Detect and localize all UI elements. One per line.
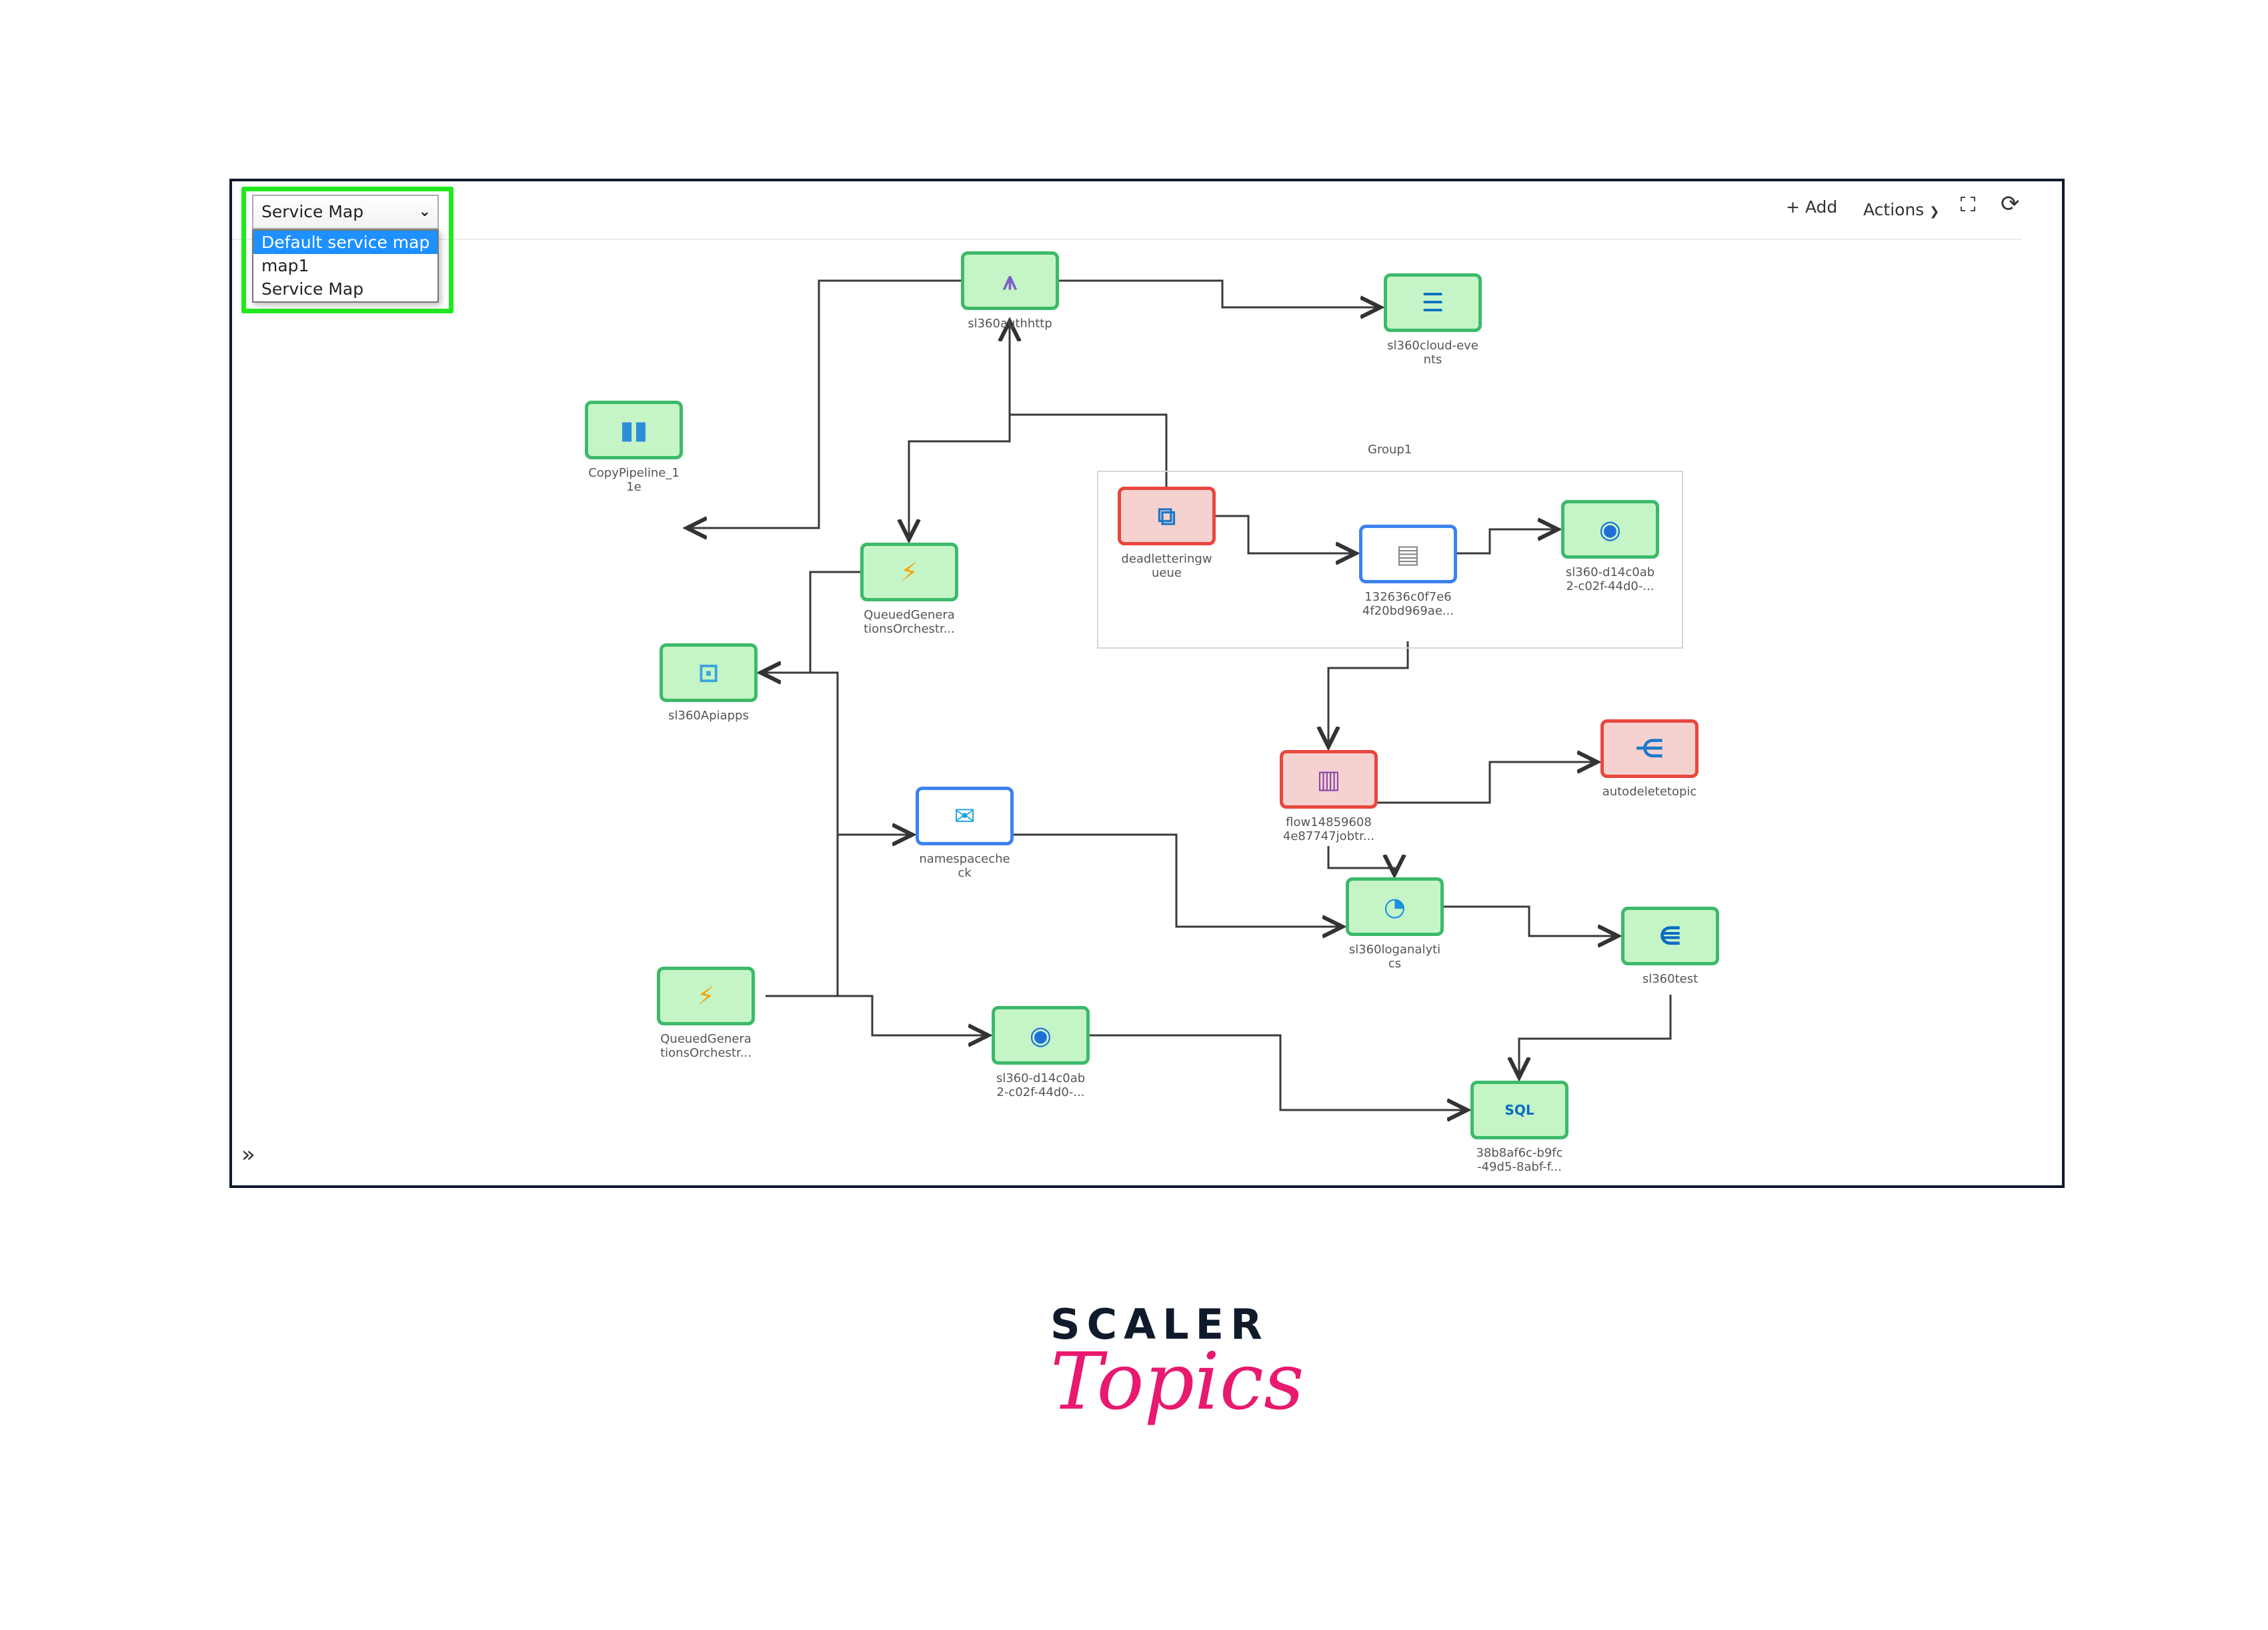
data-factory-icon: ▥ [1316, 765, 1341, 794]
node-label-autodelete: autodeletetopic [1602, 785, 1697, 799]
function-app-icon: ⚡ [900, 557, 918, 587]
node-hash132[interactable]: ▤ [1359, 525, 1457, 583]
edge-flow-to-autodelete [1378, 762, 1597, 804]
node-label-namespace: namespaceche ck [919, 852, 1010, 880]
node-deadletter[interactable]: ⧉ [1118, 487, 1216, 545]
service-bus-queue-icon: ⧉ [1157, 501, 1176, 531]
brand-topics: Topics [1050, 1335, 1304, 1427]
pipeline-icon: ▮▮ [620, 415, 648, 445]
edge-d14bottom-to-sql [1090, 1034, 1467, 1110]
cosmos-db-icon: ◉ [1029, 1021, 1052, 1050]
node-flow[interactable]: ▥ [1280, 750, 1378, 809]
node-label-apiapps: sl360Apiapps [668, 709, 749, 723]
service-bus-namespace-icon: ✉ [954, 801, 976, 831]
edge-hash132-to-flow [1328, 641, 1409, 747]
edge-authhttp-to-cloudevents [1059, 279, 1380, 307]
node-label-copypipeline: CopyPipeline_1 1e [588, 466, 680, 494]
node-label-d14group: sl360-d14c0ab 2-c02f-44d0-... [1565, 565, 1655, 593]
node-test[interactable]: ⋹ [1621, 907, 1719, 965]
node-autodelete[interactable]: ⋲ [1600, 719, 1698, 778]
node-queued2[interactable]: ⚡ [657, 967, 755, 1025]
api-management-icon: ⩚ [1002, 265, 1018, 295]
api-app-icon: ⊡ [698, 658, 720, 687]
edge-authhttp-to-queued1 [909, 415, 1011, 539]
node-queued1[interactable]: ⚡ [860, 543, 958, 601]
storage-icon: ▤ [1396, 539, 1420, 569]
expand-panel-icon[interactable]: » [241, 1141, 255, 1168]
edge-namespace-to-loganalytics [1014, 833, 1342, 927]
node-label-sql: 38b8af6c-b9fc -49d5-8abf-f... [1476, 1146, 1563, 1174]
node-label-cloudevents: sl360cloud-eve nts [1387, 339, 1478, 367]
edge-deadletter-to-authhttp [1010, 321, 1168, 487]
node-authhttp[interactable]: ⩚ [961, 251, 1059, 310]
node-label-queued1: QueuedGenera tionsOrchestr... [864, 608, 955, 636]
node-d14group[interactable]: ◉ [1561, 500, 1659, 559]
edges-layer [232, 279, 1672, 1191]
edge-queued2-to-d14bottom [838, 995, 988, 1035]
edge-loganalytics-to-test [1444, 905, 1618, 936]
node-label-hash132: 132636c0f7e6 4f20bd969ae... [1362, 590, 1454, 618]
edge-test-to-sql [1519, 995, 1672, 1077]
edge-flow-to-loganalytics [1327, 846, 1394, 875]
node-label-flow: flow14859608 4e87747jobtr... [1282, 815, 1375, 843]
node-label-authhttp: sl360authhttp [968, 317, 1052, 331]
node-label-deadletter: deadletteringw ueue [1121, 552, 1212, 580]
service-map-panel: Service Map ⌄ Default service map map1 S… [229, 179, 2065, 1188]
node-label-loganalytics: sl360loganalyti cs [1348, 943, 1441, 971]
node-d14bottom[interactable]: ◉ [992, 1006, 1090, 1065]
cosmos-db-icon: ◉ [1598, 515, 1622, 544]
event-hub-icon: ⋹ [1658, 921, 1682, 951]
node-label-test: sl360test [1642, 972, 1698, 986]
node-label-d14bottom: sl360-d14c0ab 2-c02f-44d0-... [996, 1071, 1086, 1099]
service-bus-topic-icon: ⋲ [1634, 734, 1664, 763]
scaler-topics-logo: SCALER Topics [1050, 1300, 1304, 1427]
node-cloudevents[interactable]: ☰ [1384, 273, 1482, 332]
node-label-queued2: QueuedGenera tionsOrchestr... [660, 1032, 752, 1060]
group1-label: Group1 [1368, 443, 1412, 457]
event-grid-icon: ☰ [1421, 288, 1444, 317]
log-analytics-icon: ◔ [1383, 892, 1406, 921]
edge-authhttp-to-copypipeline [687, 279, 961, 528]
node-copypipeline[interactable]: ▮▮ [585, 401, 683, 459]
sql-database-icon: SQL [1504, 1102, 1534, 1118]
node-namespace[interactable]: ✉ [916, 787, 1014, 845]
node-loganalytics[interactable]: ◔ [1346, 877, 1444, 936]
node-apiapps[interactable]: ⊡ [660, 643, 758, 702]
node-sql[interactable]: SQL [1470, 1081, 1568, 1139]
function-app-icon: ⚡ [697, 981, 715, 1011]
